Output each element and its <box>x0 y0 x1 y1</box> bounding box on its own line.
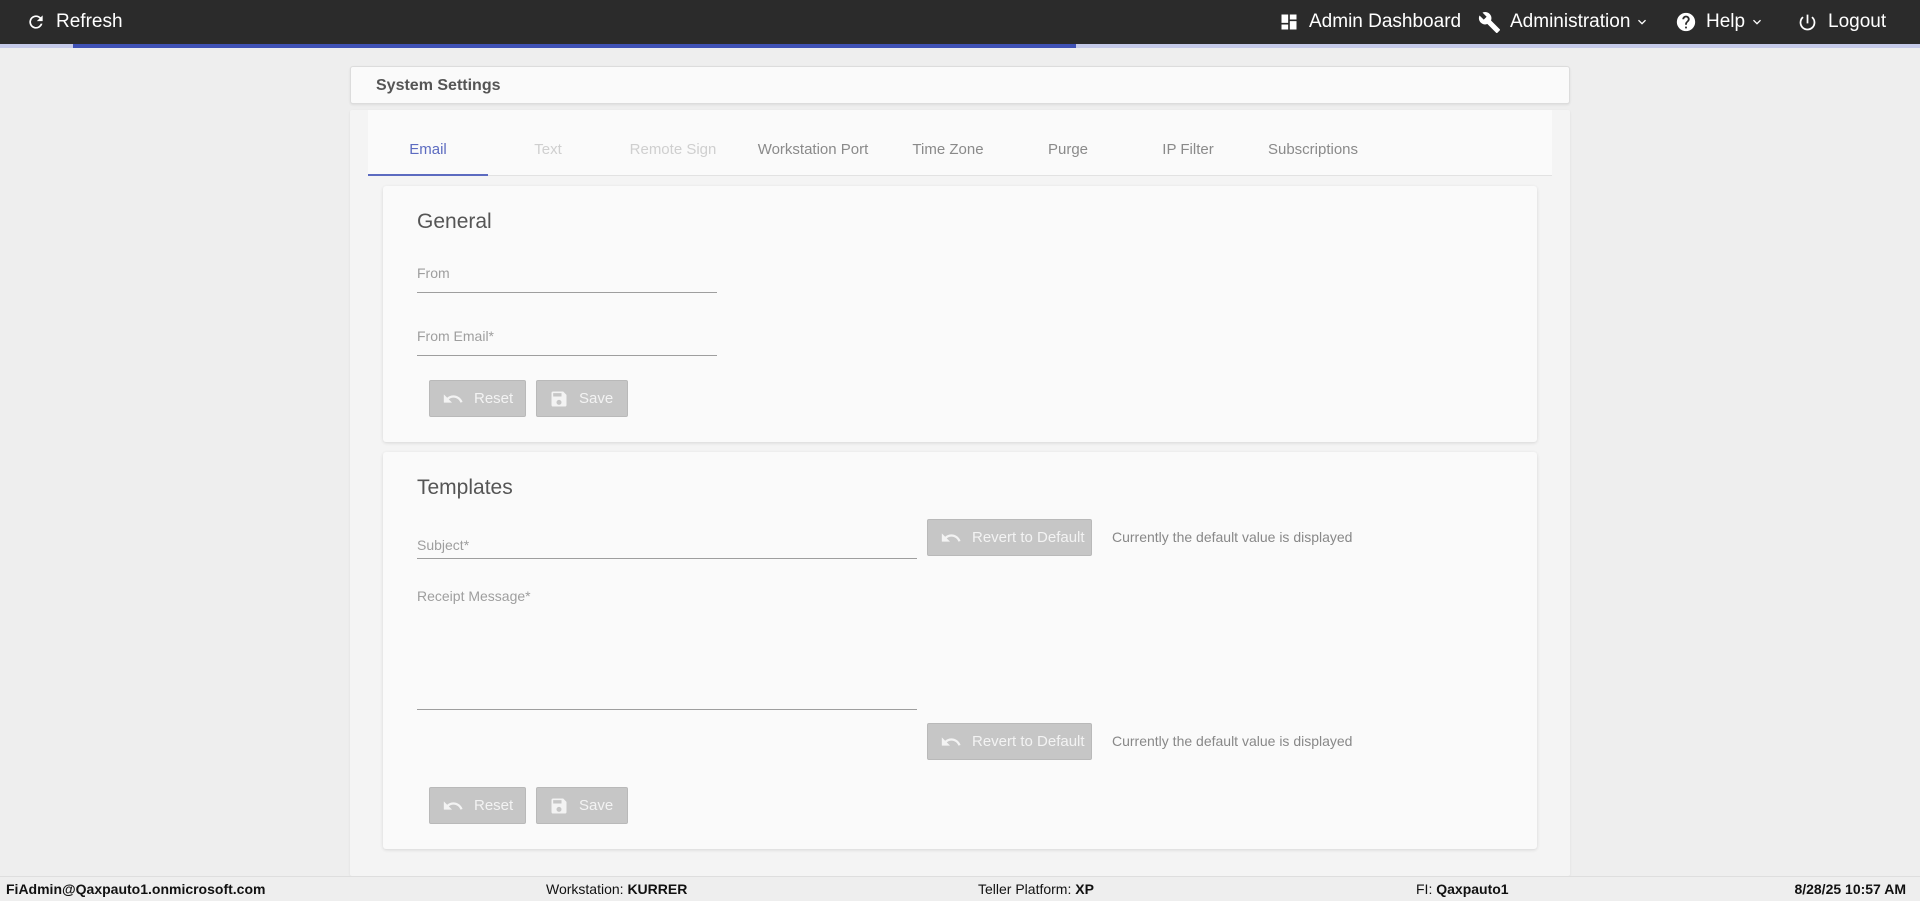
undo-icon <box>443 393 463 403</box>
status-user: FiAdmin@Qaxpauto1.onmicrosoft.com <box>6 877 265 901</box>
receipt-default-note: Currently the default value is displayed <box>1112 733 1353 749</box>
templates-reset-button[interactable]: Reset <box>429 787 526 824</box>
tab-remote-sign: Remote Sign <box>629 141 717 158</box>
admin-dashboard-link[interactable]: Admin Dashboard <box>1279 0 1461 44</box>
help-menu[interactable]: Help <box>1675 0 1765 44</box>
revert-label: Revert to Default <box>972 733 1085 750</box>
revert-receipt-button[interactable]: Revert to Default <box>927 723 1092 760</box>
page-title: System Settings <box>376 77 501 94</box>
templates-heading: Templates <box>417 476 513 499</box>
reset-label: Reset <box>474 797 514 814</box>
page-header-card: System Settings <box>350 66 1570 104</box>
tab-email[interactable]: Email <box>368 110 488 176</box>
progress-fill <box>73 44 1076 48</box>
fi-value: Qaxpauto1 <box>1436 881 1509 897</box>
tab-workstation-port[interactable]: Workstation Port <box>738 110 888 176</box>
workstation-label: Workstation: <box>546 881 624 897</box>
receipt-message-label: Receipt Message* <box>417 588 531 604</box>
dashboard-icon <box>1281 14 1297 30</box>
tab-text: Text <box>534 141 562 158</box>
undo-icon <box>443 800 463 810</box>
from-label: From <box>417 265 450 281</box>
refresh-label: Refresh <box>56 11 123 32</box>
tab-subscriptions[interactable]: Subscriptions <box>1248 110 1378 176</box>
administration-label: Administration <box>1510 11 1631 32</box>
from-email-field[interactable]: From Email* <box>417 325 717 356</box>
platform-label: Teller Platform: <box>978 881 1072 897</box>
templates-section: Templates Subject* Revert to Default Cur… <box>383 452 1537 849</box>
chevron-down-icon <box>1753 19 1762 25</box>
save-button[interactable]: Save <box>536 380 628 417</box>
user-email: FiAdmin@Qaxpauto1.onmicrosoft.com <box>6 881 266 897</box>
general-heading: General <box>417 210 492 233</box>
wrench-icon <box>1478 11 1501 33</box>
loading-progress-bar <box>0 44 1920 48</box>
save-label: Save <box>579 390 614 407</box>
reset-button[interactable]: Reset <box>429 380 526 417</box>
subject-field[interactable]: Subject* <box>417 528 917 559</box>
subject-default-note: Currently the default value is displayed <box>1112 529 1353 545</box>
status-workstation: Workstation: KURRER <box>546 877 687 901</box>
templates-save-button[interactable]: Save <box>536 787 628 824</box>
general-section: General From From Email* Reset Save <box>383 186 1537 442</box>
help-label: Help <box>1706 11 1746 32</box>
undo-icon <box>941 532 961 542</box>
status-platform: Teller Platform: XP <box>978 877 1094 901</box>
save-label: Save <box>579 797 614 814</box>
status-fi: FI: Qaxpauto1 <box>1416 877 1509 901</box>
reset-label: Reset <box>474 390 514 407</box>
fi-label: FI: <box>1416 881 1433 897</box>
administration-menu[interactable]: Administration <box>1478 0 1650 44</box>
workstation-value: KURRER <box>627 881 688 897</box>
logout-button[interactable]: Logout <box>1797 0 1886 44</box>
settings-tabs: Email Text Remote Sign Workstation Port … <box>368 110 1552 176</box>
power-icon <box>1799 14 1816 30</box>
datetime-value: 8/28/25 10:57 AM <box>1794 881 1906 897</box>
top-navigation-bar: Refresh Admin Dashboard Administration H… <box>0 0 1920 44</box>
revert-subject-button[interactable]: Revert to Default <box>927 519 1092 556</box>
receipt-message-field[interactable]: Receipt Message* <box>417 588 917 710</box>
floppy-disk-icon <box>551 798 567 813</box>
revert-label: Revert to Default <box>972 529 1085 546</box>
floppy-disk-icon <box>551 391 567 406</box>
tab-ip-filter[interactable]: IP Filter <box>1128 110 1248 176</box>
chevron-down-icon <box>1638 19 1647 25</box>
platform-value: XP <box>1075 881 1094 897</box>
status-bar: FiAdmin@Qaxpauto1.onmicrosoft.com Workst… <box>0 876 1920 901</box>
tab-time-zone[interactable]: Time Zone <box>888 110 1008 176</box>
subject-label: Subject* <box>417 537 470 553</box>
status-datetime: 8/28/25 10:57 AM <box>1794 877 1906 901</box>
admin-dashboard-label: Admin Dashboard <box>1309 11 1462 32</box>
undo-icon <box>941 736 961 746</box>
from-field[interactable]: From <box>417 262 717 293</box>
from-email-label: From Email* <box>417 328 495 344</box>
logout-label: Logout <box>1828 11 1887 32</box>
tab-purge[interactable]: Purge <box>1008 110 1128 176</box>
help-circle-icon <box>1676 12 1696 32</box>
refresh-button[interactable]: Refresh <box>26 0 123 44</box>
refresh-icon <box>29 15 43 29</box>
